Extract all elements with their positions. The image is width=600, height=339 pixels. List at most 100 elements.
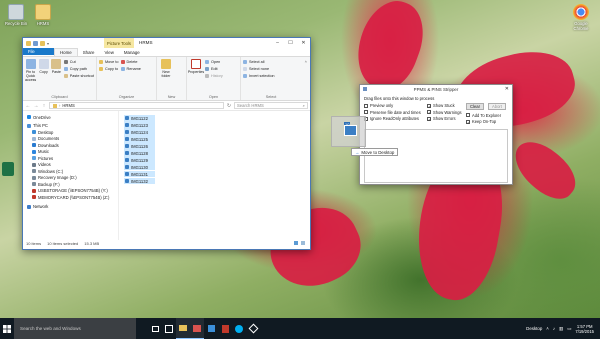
desktop-icon-recycle-bin[interactable]: Recycle Bin [2,4,30,26]
paste-button[interactable]: Paste [51,59,62,100]
back-arrow-icon[interactable]: ← [25,102,31,110]
file-item[interactable]: IMG1125 [124,135,155,143]
copy-button[interactable]: Copy [38,59,49,100]
rename-button[interactable]: Rename [120,66,141,72]
tab-view[interactable]: View [99,48,118,56]
chevron-up-icon[interactable]: ˄ [546,326,549,331]
address-input[interactable]: › HRMS [49,102,224,109]
abort-button[interactable]: Abort [488,103,506,110]
checkbox-unchecked[interactable] [364,110,368,114]
desktop-icon-hrms[interactable]: HRMS [29,4,57,26]
copy-icon [38,59,49,69]
option-add-to-explorer[interactable]: Add To Explorer [466,113,508,118]
properties-icon[interactable] [33,40,38,46]
start-button[interactable] [0,318,14,339]
explorer-titlebar[interactable]: ▾ Picture Tools HRMS – ☐ ✕ [23,38,310,48]
file-item[interactable]: IMG1126 [124,142,155,150]
checkbox-checked[interactable]: ✓ [427,116,431,121]
taskbar-app-skype[interactable] [232,318,246,339]
refresh-icon[interactable]: ↻ [226,102,232,110]
taskbar-app-ppms[interactable] [190,318,204,339]
option-show-warnings[interactable]: ✓ Show Warnings [427,110,463,115]
option-show-stuck[interactable]: ✓ Show Stuck [427,103,463,108]
search-input[interactable]: Search HRMS ⌕ [234,102,308,109]
network-icon[interactable]: ▥ [559,326,563,332]
close-icon[interactable]: ✕ [297,38,310,48]
tab-manage[interactable]: Manage [119,48,145,56]
copy-path-button[interactable]: Copy path [63,66,94,72]
clock[interactable]: 1:57 PM 7/19/2015 [575,324,594,334]
option-preserve-dates[interactable]: Preserve file date and times [364,110,424,115]
task-view-button[interactable] [148,318,162,339]
option-preview-only[interactable]: Preview only [364,103,424,108]
desktop-icon-chrome[interactable]: Google Chrome [567,4,595,31]
cut-button[interactable]: Cut [63,59,94,65]
properties-button[interactable]: Properties [188,59,204,100]
move-to-button[interactable]: Move to [99,59,119,65]
chevron-up-icon[interactable]: ˄ [305,59,307,64]
checkbox-unchecked[interactable] [466,113,470,117]
new-folder-button[interactable]: New folder [159,59,173,100]
speaker-icon[interactable]: ♪ [553,326,555,331]
checkbox-checked[interactable]: ✓ [427,110,431,115]
nav-item-memorycard-z[interactable]: MEMORYCARD (\\EPSON7754B) (Z:) [23,194,118,201]
desktop-icon-excel[interactable] [1,162,15,177]
tab-share[interactable]: Share [78,48,100,56]
maximize-icon[interactable]: ☐ [284,38,297,48]
select-all-button[interactable]: Select all [243,59,275,65]
file-item[interactable]: IMG1130 [124,163,155,171]
file-name: IMG1132 [131,178,148,184]
option-show-errors[interactable]: ✓ Show Errors [427,116,463,121]
taskbar-app-acrobat[interactable] [218,318,232,339]
tab-file[interactable]: File [23,48,54,55]
action-center-icon[interactable]: ▭ [567,326,571,332]
taskbar-search-box[interactable]: Search the web and Windows [14,318,136,339]
delete-button[interactable]: Delete [120,59,141,65]
checkbox-unchecked[interactable] [364,103,368,108]
taskbar-app-store[interactable] [204,318,218,339]
ribbon-group-open: Properties Open Edit History Open [187,57,241,100]
taskbar-app-file-explorer[interactable] [176,318,190,339]
chevron-down-icon[interactable]: ▾ [47,41,49,46]
checkbox-checked[interactable]: ✓ [466,119,470,124]
tool-titlebar[interactable]: PPMS & PINS Stripper ✕ [360,85,512,94]
history-button[interactable]: History [205,73,223,79]
paste-shortcut-button[interactable]: Paste shortcut [63,73,94,79]
checkbox-checked[interactable]: ✓ [427,103,431,108]
forward-arrow-icon[interactable]: → [33,102,39,110]
output-log[interactable] [364,129,508,183]
ribbon: Pin to Quick access Copy Paste Cut Copy … [23,57,310,101]
file-item[interactable]: IMG1131 [124,170,155,178]
selection-size: 15.3 MB [84,241,100,246]
nav-item-usbstorage-y[interactable]: USBSTORAGE (\\EPSON7754B) (Y:) [23,188,118,195]
select-none-button[interactable]: Select none [243,66,275,72]
open-button[interactable]: Open [205,59,223,65]
option-keep-on-top[interactable]: ✓ Keep On-Top [466,119,508,124]
file-item[interactable]: IMG1122 [124,115,155,122]
file-item[interactable]: IMG1128 [124,149,155,157]
tab-home[interactable]: Home [54,48,78,56]
up-arrow-icon[interactable]: ↑ [41,102,47,110]
edit-button[interactable]: Edit [205,66,223,72]
file-item[interactable]: IMG1129 [124,156,155,164]
taskbar-app-network-tool[interactable] [246,318,260,339]
invert-selection-button[interactable]: Invert selection [243,73,275,79]
clear-button[interactable]: Clear [466,103,484,110]
file-item[interactable]: IMG1123 [124,121,155,129]
pin-quick-access-button[interactable]: Pin to Quick access [25,59,36,100]
file-item[interactable]: IMG1132 [124,177,155,185]
large-icons-view-icon[interactable] [301,241,305,245]
file-explorer-window[interactable]: ▾ Picture Tools HRMS – ☐ ✕ File Home Sha… [22,37,311,250]
nav-item-network[interactable]: Network [23,204,118,211]
ppms-stripper-window[interactable]: PPMS & PINS Stripper ✕ Drag files onto t… [359,84,513,185]
file-item[interactable]: IMG1124 [124,128,155,136]
new-folder-icon[interactable] [40,40,45,46]
minimize-icon[interactable]: – [271,38,284,48]
details-view-icon[interactable] [294,241,298,245]
close-icon[interactable]: ✕ [505,86,509,92]
taskbar-app-edge[interactable] [162,318,176,339]
option-ignore-readonly[interactable]: Ignore ReadOnly attributes [364,116,424,121]
desktop-toolbar-label[interactable]: Desktop [526,326,542,331]
picture-tools-tab[interactable]: Picture Tools [104,38,134,48]
copy-to-button[interactable]: Copy to [99,66,119,72]
